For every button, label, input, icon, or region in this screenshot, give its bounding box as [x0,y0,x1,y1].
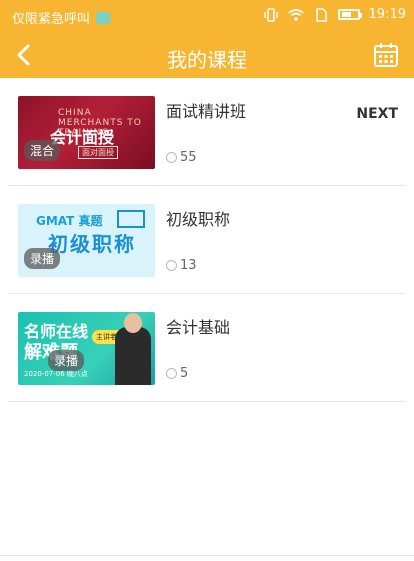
person-icon [166,368,177,379]
wifi-icon [288,8,304,21]
course-student-count: 13 [166,258,197,273]
chart-icon [117,210,145,228]
page-title: 我的课程 [167,48,247,72]
course-item[interactable]: 名师在线 解难题 主讲老师 MIKE 2020-07-06 晚八点 录播 会计基… [8,294,406,402]
course-thumbnail[interactable]: GMAT 真题 初级职称 录播 [18,204,155,277]
course-list: CHINA MERCHANTS TO TRAINING 会计面授 面对面授 混合… [0,78,414,402]
course-item[interactable]: GMAT 真题 初级职称 录播 初级职称 13 [8,186,406,294]
sim-icon [315,7,327,22]
course-student-count: 5 [166,366,188,381]
course-type-tag: 混合 [24,140,61,161]
clock-time: 19:19 [368,7,406,22]
calendar-icon[interactable] [372,40,400,70]
course-type-tag: 录播 [24,248,61,269]
battery-icon [337,9,362,20]
course-title: 面试精讲班 [166,102,247,121]
thumbnail-title: 会计面授 [50,128,115,147]
status-bar: 仅限紧急呼叫 19:19 [0,0,414,34]
course-title: 会计基础 [166,318,231,337]
thumbnail-title: 初级职称 [48,232,136,256]
bottom-divider [0,555,414,556]
course-count-value: 55 [180,150,197,165]
status-icons: 19:19 [263,7,406,22]
course-thumbnail[interactable]: 名师在线 解难题 主讲老师 MIKE 2020-07-06 晚八点 录播 [18,312,155,385]
person-icon [166,260,177,271]
course-student-count: 55 [166,150,197,165]
thumbnail-subtitle: GMAT 真题 [36,214,103,228]
carrier-text: 仅限紧急呼叫 [12,12,91,27]
teacher-avatar [115,313,151,385]
course-item[interactable]: CHINA MERCHANTS TO TRAINING 会计面授 面对面授 混合… [8,78,406,186]
course-title: 初级职称 [166,210,231,229]
next-button[interactable]: NEXT [356,106,398,122]
course-count-value: 13 [180,258,197,273]
carrier-label: 仅限紧急呼叫 [12,8,111,27]
top-navbar: 我的课程 [0,34,414,78]
thumbnail-subtitle: 面对面授 [78,146,118,159]
course-thumbnail[interactable]: CHINA MERCHANTS TO TRAINING 会计面授 面对面授 混合 [18,96,155,169]
course-type-tag: 录播 [48,350,85,371]
vibrate-icon [263,7,278,22]
person-icon [166,152,177,163]
course-count-value: 5 [180,366,189,381]
app-notification-icon [96,11,111,24]
